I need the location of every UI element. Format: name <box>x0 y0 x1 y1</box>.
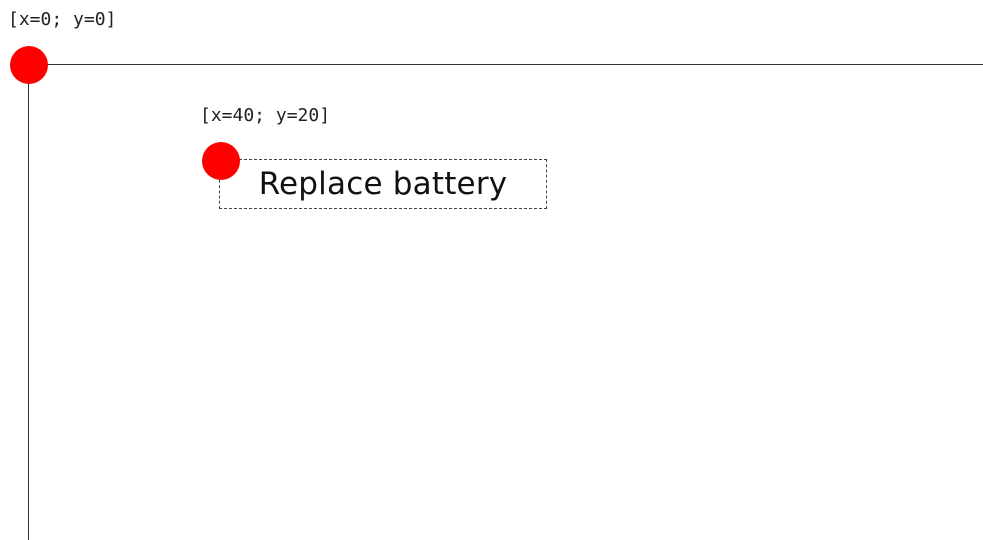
element-marker-dot <box>202 142 240 180</box>
element-text: Replace battery <box>258 166 508 202</box>
y-axis-line <box>28 64 29 540</box>
origin-coordinate-label: [x=0; y=0] <box>8 9 117 30</box>
origin-marker-dot <box>10 46 48 84</box>
x-axis-line <box>28 64 983 65</box>
element-coordinate-label: [x=40; y=20] <box>200 105 331 126</box>
element-bounding-box: Replace battery <box>219 159 547 209</box>
diagram-canvas: [x=0; y=0] [x=40; y=20] Replace battery <box>0 0 983 540</box>
